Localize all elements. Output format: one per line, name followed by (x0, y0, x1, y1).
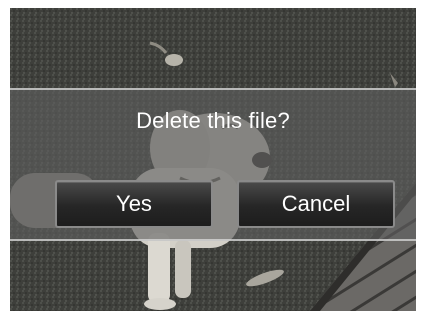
yes-button[interactable]: Yes (55, 180, 213, 228)
camera-screen: Delete this file? Yes Cancel (10, 8, 416, 311)
delete-confirm-dialog: Delete this file? Yes Cancel (10, 88, 416, 241)
cancel-button[interactable]: Cancel (237, 180, 395, 228)
dialog-message: Delete this file? (136, 108, 290, 133)
